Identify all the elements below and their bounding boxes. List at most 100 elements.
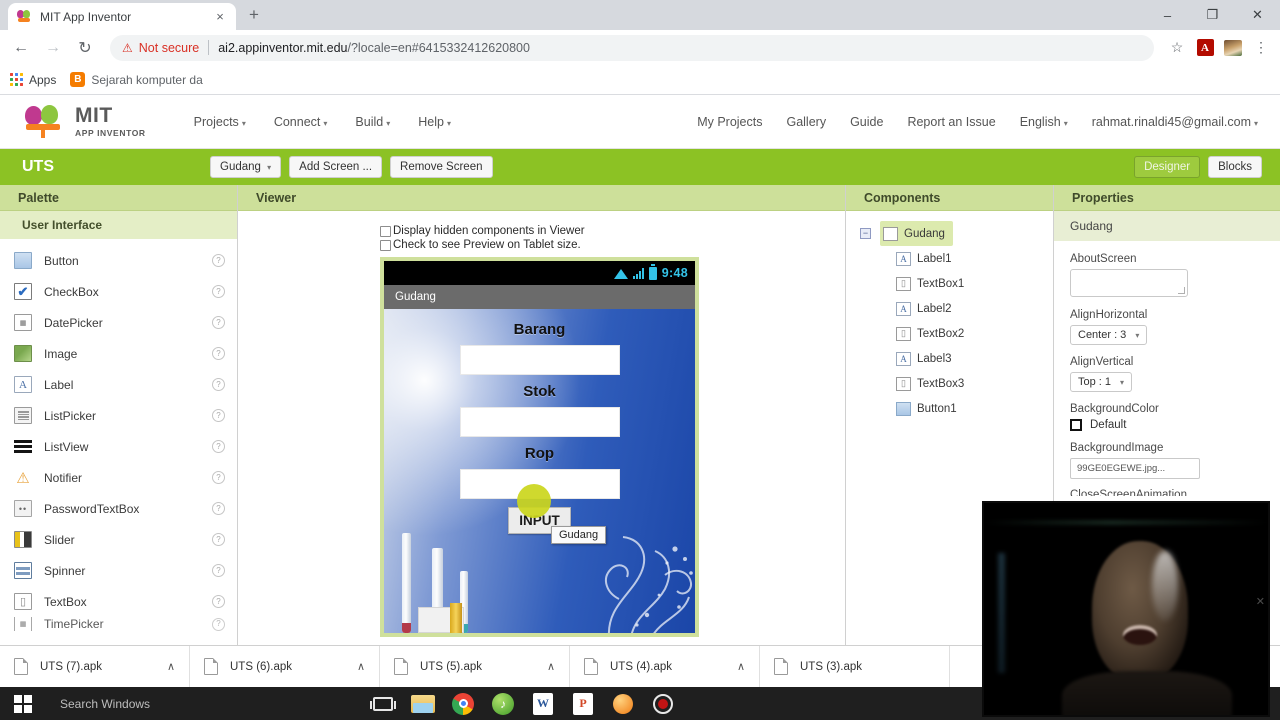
mit-app-inventor-logo[interactable]: MIT APP INVENTOR <box>22 104 146 139</box>
component-row-label3[interactable]: A Label3 <box>860 346 1053 371</box>
chevron-up-icon[interactable]: ∧ <box>357 660 365 673</box>
menu-connect[interactable]: Connect ▾ <box>274 115 328 129</box>
property-input-aboutscreen[interactable] <box>1070 269 1188 297</box>
palette-item-listpicker[interactable]: ListPicker ? <box>14 400 237 431</box>
palette-item-checkbox[interactable]: ✔ CheckBox ? <box>14 276 237 307</box>
help-icon[interactable]: ? <box>212 595 225 608</box>
help-icon[interactable]: ? <box>212 564 225 577</box>
link-my-projects[interactable]: My Projects <box>697 115 762 129</box>
component-row-textbox2[interactable]: ▯ TextBox2 <box>860 321 1053 346</box>
component-row-textbox1[interactable]: ▯ TextBox1 <box>860 271 1053 296</box>
palette-item-spinner[interactable]: Spinner ? <box>14 555 237 586</box>
tablet-preview-row[interactable]: Check to see Preview on Tablet size. <box>380 239 845 251</box>
forward-icon[interactable]: → <box>38 33 68 63</box>
component-row-label2[interactable]: A Label2 <box>860 296 1053 321</box>
menu-projects[interactable]: Projects ▾ <box>194 115 246 129</box>
help-icon[interactable]: ? <box>212 378 225 391</box>
profile-avatar-icon[interactable] <box>1220 35 1246 61</box>
download-item[interactable]: UTS (6).apk ∧ <box>190 645 380 688</box>
file-explorer-button[interactable] <box>408 689 438 719</box>
bookmark-sejarah-komputer[interactable]: B Sejarah komputer da <box>70 72 203 87</box>
tree-collapse-icon[interactable]: − <box>860 228 871 239</box>
start-button[interactable] <box>0 687 46 720</box>
remove-screen-button[interactable]: Remove Screen <box>390 156 493 178</box>
browser-tab[interactable]: MIT App Inventor × <box>8 3 236 30</box>
component-row-textbox3[interactable]: ▯ TextBox3 <box>860 371 1053 396</box>
pdf-extension-icon[interactable]: A <box>1192 35 1218 61</box>
help-icon[interactable]: ? <box>212 347 225 360</box>
close-window-icon[interactable]: ✕ <box>1235 0 1280 30</box>
task-view-button[interactable] <box>368 689 398 719</box>
add-screen-button[interactable]: Add Screen ... <box>289 156 383 178</box>
menu-build[interactable]: Build ▾ <box>355 115 390 129</box>
component-row-label1[interactable]: A Label1 <box>860 246 1053 271</box>
maximize-icon[interactable]: ❐ <box>1190 0 1235 30</box>
link-guide[interactable]: Guide <box>850 115 883 129</box>
palette-item-listview[interactable]: ListView ? <box>14 431 237 462</box>
chrome-menu-icon[interactable]: ⋮ <box>1248 35 1274 61</box>
help-icon[interactable]: ? <box>212 471 225 484</box>
bookmark-apps[interactable]: Apps <box>10 73 56 87</box>
download-item[interactable]: UTS (7).apk ∧ <box>0 645 190 688</box>
music-player-button[interactable]: ♪ <box>488 689 518 719</box>
chrome-button[interactable] <box>448 689 478 719</box>
word-button[interactable]: W <box>528 689 558 719</box>
palette-item-datepicker[interactable]: ▦ DatePicker ? <box>14 307 237 338</box>
menu-help[interactable]: Help ▾ <box>418 115 451 129</box>
palette-section-user-interface[interactable]: User Interface <box>0 211 237 239</box>
minimize-icon[interactable]: – <box>1145 0 1190 30</box>
palette-item-image[interactable]: Image ? <box>14 338 237 369</box>
language-selector[interactable]: English ▾ <box>1020 115 1068 129</box>
powerpoint-button[interactable]: P <box>568 689 598 719</box>
help-icon[interactable]: ? <box>212 254 225 267</box>
blocks-toggle-button[interactable]: Blocks <box>1208 156 1262 178</box>
reload-icon[interactable]: ↻ <box>70 33 100 63</box>
taskbar-search-input[interactable]: Search Windows <box>46 687 326 720</box>
phone-screen-canvas[interactable]: Barang Stok Rop INPUT Gudang <box>384 309 695 633</box>
designer-toggle-button[interactable]: Designer <box>1134 156 1201 178</box>
orange-app-button[interactable] <box>608 689 638 719</box>
form-label-stok[interactable]: Stok <box>384 383 695 400</box>
bookmark-star-icon[interactable]: ☆ <box>1164 35 1190 61</box>
download-item[interactable]: UTS (5).apk ∧ <box>380 645 570 688</box>
display-hidden-components-checkbox[interactable] <box>380 225 391 237</box>
address-bar[interactable]: ⚠ Not secure ai2.appinventor.mit.edu/?lo… <box>110 34 1154 61</box>
form-label-barang[interactable]: Barang <box>384 321 695 338</box>
security-label[interactable]: Not secure <box>139 41 199 55</box>
help-icon[interactable]: ? <box>212 502 225 515</box>
new-tab-button[interactable]: + <box>240 1 268 29</box>
help-icon[interactable]: ? <box>212 316 225 329</box>
screen-recorder-button[interactable] <box>648 689 678 719</box>
palette-item-timepicker[interactable]: ▦ TimePicker ? <box>14 617 237 631</box>
tab-close-icon[interactable]: × <box>212 9 228 25</box>
form-textbox-stok[interactable] <box>459 407 620 437</box>
download-item[interactable]: UTS (3).apk <box>760 645 950 688</box>
chevron-up-icon[interactable]: ∧ <box>167 660 175 673</box>
component-tree-root-row[interactable]: − Gudang <box>860 221 1053 246</box>
help-icon[interactable]: ? <box>212 440 225 453</box>
link-report-an-issue[interactable]: Report an Issue <box>907 115 995 129</box>
form-textbox-barang[interactable] <box>459 345 620 375</box>
property-picker-backgroundcolor[interactable]: Default <box>1070 419 1280 431</box>
webcam-overlay[interactable]: ✕ <box>984 503 1268 715</box>
help-icon[interactable]: ? <box>212 285 225 298</box>
property-select-alignvertical[interactable]: Top : 1 ▾ <box>1070 372 1133 392</box>
link-gallery[interactable]: Gallery <box>786 115 826 129</box>
back-icon[interactable]: ← <box>6 33 36 63</box>
user-email-menu[interactable]: rahmat.rinaldi45@gmail.com ▾ <box>1092 115 1258 129</box>
palette-item-label[interactable]: A Label ? <box>14 369 237 400</box>
chevron-up-icon[interactable]: ∧ <box>737 660 745 673</box>
chevron-up-icon[interactable]: ∧ <box>547 660 555 673</box>
palette-item-passwordtextbox[interactable]: •• PasswordTextBox ? <box>14 493 237 524</box>
help-icon[interactable]: ? <box>212 617 225 631</box>
help-icon[interactable]: ? <box>212 409 225 422</box>
palette-item-textbox[interactable]: ▯ TextBox ? <box>14 586 237 617</box>
display-hidden-components-row[interactable]: Display hidden components in Viewer <box>380 225 845 237</box>
property-file-backgroundimage[interactable]: 99GE0EGEWE.jpg... <box>1070 458 1200 479</box>
palette-item-button[interactable]: Button ? <box>14 245 237 276</box>
component-row-button1[interactable]: Button1 <box>860 396 1053 421</box>
tablet-preview-checkbox[interactable] <box>380 239 391 251</box>
form-label-rop[interactable]: Rop <box>384 445 695 462</box>
screen-selector-dropdown[interactable]: Gudang ▾ <box>210 156 282 178</box>
download-item[interactable]: UTS (4).apk ∧ <box>570 645 760 688</box>
